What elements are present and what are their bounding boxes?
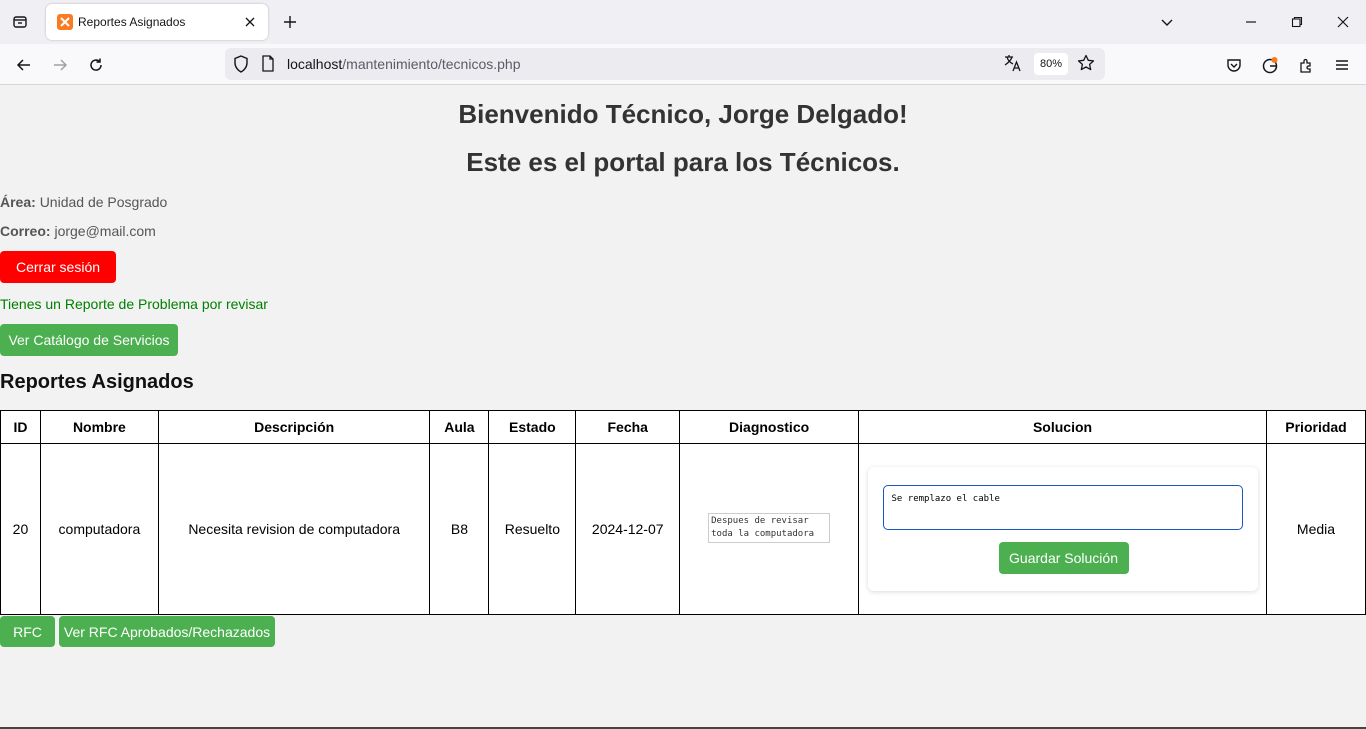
minimize-icon[interactable] [1239, 10, 1263, 34]
bookmark-star-icon[interactable] [1077, 54, 1095, 77]
window-close-icon[interactable] [1331, 10, 1355, 34]
cell-diagnostico: Despues de revisar toda la computadora e… [679, 443, 860, 615]
tab-list-icon[interactable] [8, 10, 32, 34]
pocket-icon[interactable] [1221, 52, 1247, 78]
diagnostico-textarea[interactable]: Despues de revisar toda la computadora e… [708, 512, 831, 543]
solucion-textarea[interactable]: Se remplazo el cable [882, 485, 1243, 530]
logout-button[interactable]: Cerrar sesión [0, 251, 116, 283]
back-arrow-icon[interactable] [11, 52, 37, 78]
close-tab-icon[interactable] [242, 14, 258, 30]
portal-subtitle: Este es el portal para los Técnicos. [466, 147, 900, 177]
page-info-icon[interactable] [261, 55, 275, 78]
column-header: Nombre [39, 410, 159, 444]
table-row: 20 computadora Necesita revision de comp… [0, 443, 1366, 615]
new-tab-icon[interactable] [279, 11, 301, 33]
area-value: Unidad de Posgrado [39, 194, 168, 210]
cell-aula: B8 [429, 443, 490, 615]
xampp-favicon-icon [57, 14, 73, 30]
cell-id: 20 [0, 443, 41, 615]
column-header: Estado [488, 410, 577, 444]
cell-estado: Resuelto [488, 443, 577, 615]
welcome-heading: Bienvenido Técnico, Jorge Delgado! [458, 99, 908, 129]
tab-title: Reportes Asignados [78, 15, 186, 29]
menu-hamburger-icon[interactable] [1329, 52, 1355, 78]
cell-solucion: Se remplazo el cable Guardar Solución [858, 443, 1267, 615]
email-value: jorge@mail.com [54, 223, 156, 239]
pending-report-notice: Tienes un Reporte de Problema por revisa… [0, 296, 268, 312]
active-tab[interactable]: Reportes Asignados [46, 4, 268, 40]
column-header: Aula [429, 410, 490, 444]
save-solution-button[interactable]: Guardar Solución [998, 542, 1129, 574]
column-header: Descripción [157, 410, 431, 444]
zoom-level-badge[interactable]: 80% [1034, 53, 1068, 75]
solucion-form: Se remplazo el cable Guardar Solución [867, 467, 1258, 591]
assigned-reports-title: Reportes Asignados [0, 371, 194, 393]
cell-descripcion: Necesita revision de computadora [157, 443, 431, 615]
email-label: Correo: [0, 223, 51, 239]
reload-icon[interactable] [83, 52, 109, 78]
extensions-icon[interactable] [1293, 52, 1319, 78]
restore-icon[interactable] [1285, 10, 1309, 34]
column-header: Solucion [858, 410, 1267, 444]
area-info: Área: Unidad de Posgrado [0, 194, 167, 210]
url-text[interactable]: localhost/mantenimiento/tecnicos.php [287, 56, 520, 72]
table-header-row: ID Nombre Descripción Aula Estado Fecha … [0, 410, 1366, 444]
forward-arrow-icon[interactable] [47, 52, 73, 78]
column-header: Diagnostico [679, 410, 860, 444]
email-info: Correo: jorge@mail.com [0, 223, 156, 239]
cell-prioridad: Media [1266, 443, 1366, 615]
reports-table: ID Nombre Descripción Aula Estado Fecha … [0, 410, 1366, 615]
chevron-down-icon[interactable] [1155, 10, 1179, 34]
cell-nombre: computadora [39, 443, 159, 615]
browser-tab-bar: Reportes Asignados [0, 0, 1366, 44]
page-content: Bienvenido Técnico, Jorge Delgado! Este … [0, 85, 1366, 729]
account-icon[interactable] [1257, 52, 1283, 78]
column-header: ID [0, 410, 41, 444]
cell-fecha: 2024-12-07 [575, 443, 681, 615]
rfc-list-button[interactable]: Ver RFC Aprobados/Rechazados [59, 616, 275, 647]
service-catalog-button[interactable]: Ver Catálogo de Servicios [0, 324, 178, 356]
column-header: Prioridad [1266, 410, 1366, 444]
column-header: Fecha [575, 410, 681, 444]
rfc-button[interactable]: RFC [0, 616, 55, 647]
area-label: Área: [0, 194, 36, 210]
address-bar[interactable]: localhost/mantenimiento/tecnicos.php 80% [225, 48, 1105, 80]
browser-nav-bar: localhost/mantenimiento/tecnicos.php 80% [0, 44, 1366, 85]
translate-icon[interactable] [1004, 54, 1022, 77]
shield-icon[interactable] [233, 55, 249, 78]
